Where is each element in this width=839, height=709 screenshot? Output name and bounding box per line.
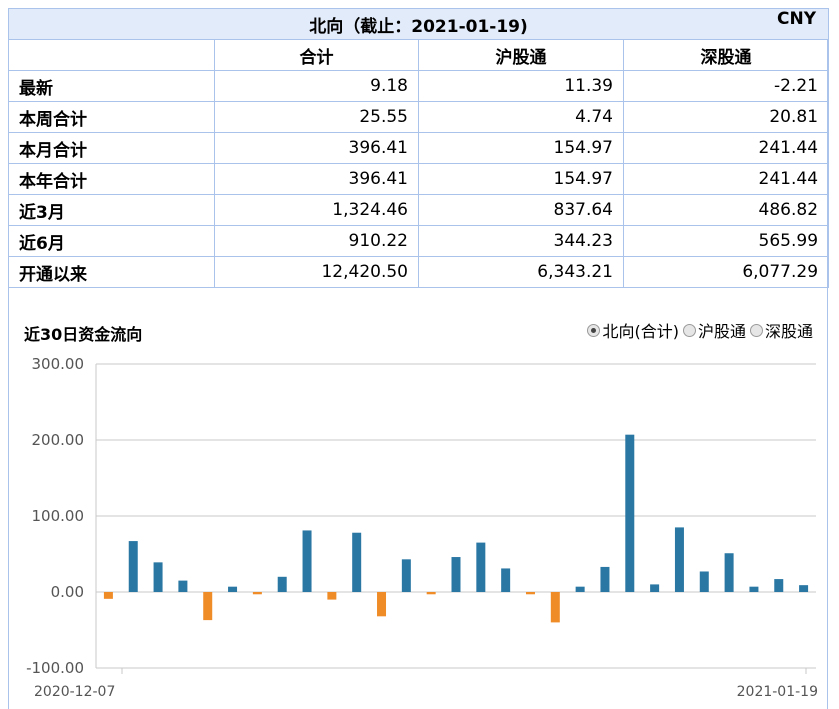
bar bbox=[600, 566, 610, 592]
table-title-row: 北向（截止：2021-01-19) CNY bbox=[7, 8, 830, 40]
table-title-cell: 北向（截止：2021-01-19) CNY bbox=[7, 8, 830, 40]
bar bbox=[674, 527, 684, 592]
bar bbox=[501, 568, 511, 592]
table-row: 开通以来 12,420.50 6,343.21 6,077.29 bbox=[8, 256, 830, 288]
cell-shenzhen: 241.44 bbox=[622, 132, 830, 164]
bar bbox=[476, 542, 486, 592]
x-end-label: 2021-01-19 bbox=[737, 684, 818, 700]
radio-shanghai[interactable]: 沪股通 bbox=[682, 318, 746, 342]
northbound-table: 北向（截止：2021-01-19) CNY 合计 沪股通 深股通 最新 9.18… bbox=[7, 8, 830, 288]
table-row: 本周合计 25.55 4.74 20.81 bbox=[8, 101, 830, 133]
bar bbox=[352, 532, 362, 592]
cell-shenzhen: 6,077.29 bbox=[622, 256, 830, 288]
table-row: 近6月 910.22 344.23 565.99 bbox=[8, 225, 830, 257]
cell-shenzhen: -2.21 bbox=[622, 70, 830, 102]
y-tick-label: 0.00 bbox=[51, 583, 84, 601]
row-label: 近3月 bbox=[8, 194, 215, 226]
bar bbox=[724, 553, 734, 592]
radio-unselected-icon[interactable] bbox=[749, 323, 763, 337]
row-label: 本年合计 bbox=[8, 163, 215, 195]
radio-label: 深股通 bbox=[764, 322, 813, 341]
y-tick-label: 300.00 bbox=[32, 355, 85, 373]
table-row: 本月合计 396.41 154.97 241.44 bbox=[8, 132, 830, 164]
column-header-empty bbox=[8, 39, 215, 71]
bar bbox=[525, 592, 535, 595]
y-tick-label: 200.00 bbox=[32, 431, 85, 449]
bar bbox=[401, 559, 411, 592]
cell-total: 12,420.50 bbox=[214, 256, 419, 288]
bar bbox=[451, 557, 461, 592]
cell-shanghai: 11.39 bbox=[418, 70, 624, 102]
row-label: 本月合计 bbox=[8, 132, 215, 164]
y-tick-label: 100.00 bbox=[32, 507, 85, 525]
row-label: 开通以来 bbox=[8, 256, 215, 288]
bar bbox=[128, 541, 138, 592]
radio-unselected-icon[interactable] bbox=[682, 323, 696, 337]
cell-shanghai: 154.97 bbox=[418, 132, 624, 164]
bar bbox=[650, 584, 660, 592]
bar bbox=[774, 579, 784, 592]
x-start-label: 2020-12-07 bbox=[34, 684, 115, 700]
table-title: 北向（截止：2021-01-19) bbox=[309, 16, 528, 37]
row-label: 最新 bbox=[8, 70, 215, 102]
cell-shenzhen: 241.44 bbox=[622, 163, 830, 195]
column-header-shenzhen: 深股通 bbox=[622, 39, 830, 71]
bar bbox=[377, 592, 387, 617]
cell-total: 396.41 bbox=[214, 163, 419, 195]
column-header-shanghai: 沪股通 bbox=[418, 39, 624, 71]
cell-total: 910.22 bbox=[214, 225, 419, 257]
cell-total: 396.41 bbox=[214, 132, 419, 164]
radio-selected-icon[interactable] bbox=[587, 323, 601, 337]
bar bbox=[228, 586, 238, 592]
bar bbox=[277, 576, 287, 592]
radio-label: 沪股通 bbox=[697, 322, 746, 341]
y-tick-label: -100.00 bbox=[26, 659, 84, 677]
bar bbox=[699, 571, 709, 592]
table-row: 最新 9.18 11.39 -2.21 bbox=[8, 70, 830, 102]
bar bbox=[749, 586, 759, 592]
radio-label: 北向(合计) bbox=[602, 322, 679, 341]
bar bbox=[302, 530, 312, 592]
table-row: 近3月 1,324.46 837.64 486.82 bbox=[8, 194, 830, 226]
cell-shenzhen: 20.81 bbox=[622, 101, 830, 133]
radio-shenzhen[interactable]: 深股通 bbox=[749, 318, 813, 342]
cell-shanghai: 837.64 bbox=[418, 194, 624, 226]
cell-total: 25.55 bbox=[214, 101, 419, 133]
table-row: 本年合计 396.41 154.97 241.44 bbox=[8, 163, 830, 195]
bar bbox=[153, 562, 163, 592]
bar bbox=[103, 592, 113, 599]
bar bbox=[252, 592, 262, 595]
cell-shanghai: 154.97 bbox=[418, 163, 624, 195]
cell-shenzhen: 565.99 bbox=[622, 225, 830, 257]
bar bbox=[426, 592, 436, 595]
bar bbox=[203, 592, 213, 621]
cell-shenzhen: 486.82 bbox=[622, 194, 830, 226]
bar bbox=[575, 586, 585, 592]
cell-total: 1,324.46 bbox=[214, 194, 419, 226]
bar bbox=[550, 592, 560, 623]
bar bbox=[625, 434, 635, 592]
cell-shanghai: 4.74 bbox=[418, 101, 624, 133]
cell-shanghai: 6,343.21 bbox=[418, 256, 624, 288]
series-radio-group: 北向(合计) 沪股通 深股通 bbox=[583, 318, 813, 342]
row-label: 近6月 bbox=[8, 225, 215, 257]
cell-shanghai: 344.23 bbox=[418, 225, 624, 257]
column-header-total: 合计 bbox=[214, 39, 419, 71]
chart-title: 近30日资金流向 bbox=[24, 325, 143, 344]
column-header-row: 合计 沪股通 深股通 bbox=[8, 39, 830, 71]
bar bbox=[327, 592, 337, 600]
cell-total: 9.18 bbox=[214, 70, 419, 102]
radio-northbound-total[interactable]: 北向(合计) bbox=[587, 318, 679, 342]
bar bbox=[178, 580, 188, 592]
flow-bar-chart: 300.00 200.00 100.00 0.00 -100.00 2020-12-07 2… bbox=[26, 355, 818, 700]
bar bbox=[799, 585, 809, 592]
currency-label: CNY bbox=[777, 9, 817, 29]
row-label: 本周合计 bbox=[8, 101, 215, 133]
